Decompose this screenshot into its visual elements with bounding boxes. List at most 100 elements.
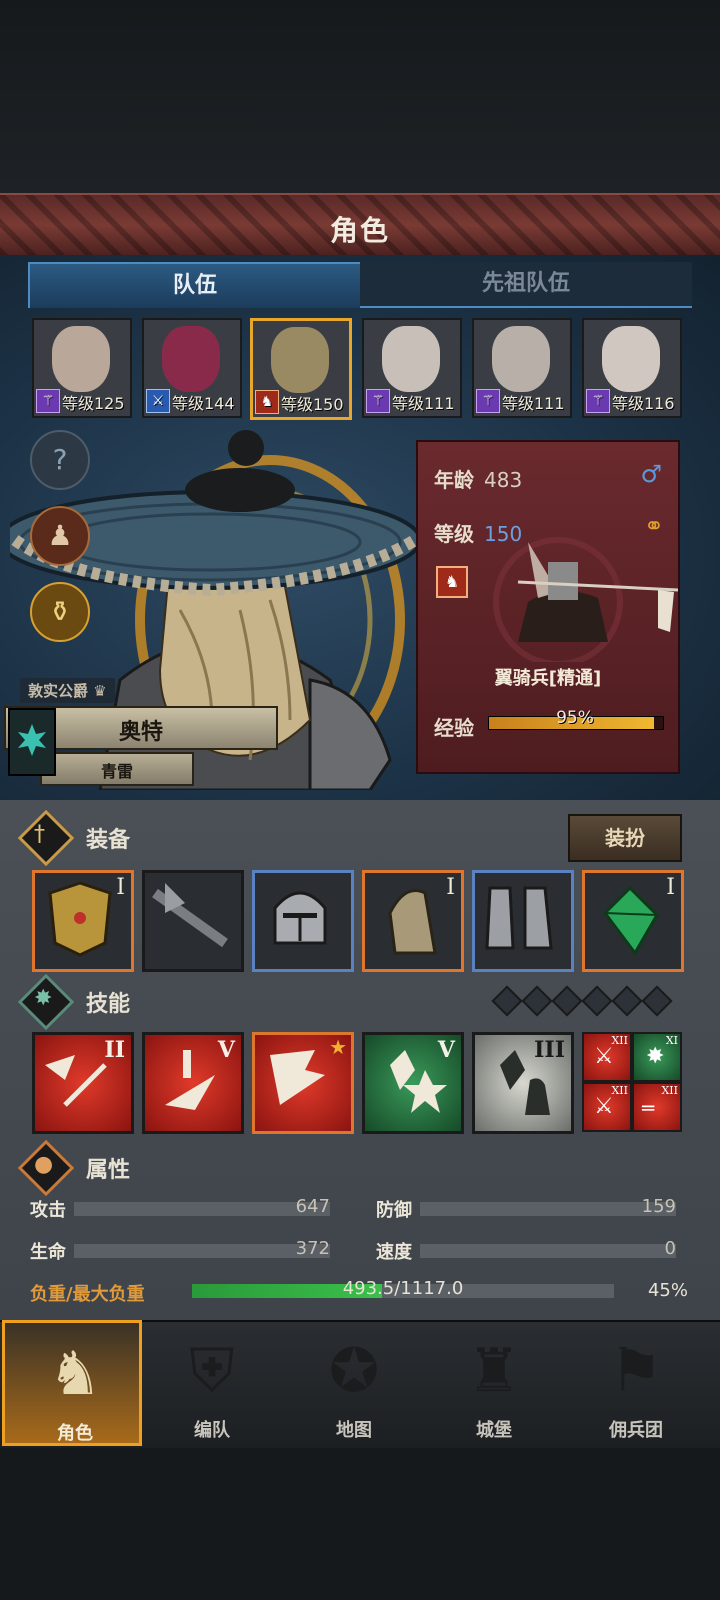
potion-icon[interactable]: ⚱ — [30, 582, 90, 642]
rank-label: I — [446, 875, 455, 900]
help-icon[interactable]: ? — [30, 430, 90, 490]
unit-info-card: 年龄 483 ♂ 等级 150 ⚭ ♞ 翼骑兵[精通] 经验 95% — [416, 440, 680, 774]
burst-icon — [18, 724, 46, 756]
mercenary-icon: ⚑ — [609, 1336, 663, 1406]
tab-team[interactable]: 队伍 — [28, 262, 362, 308]
skills-title: 技能 — [86, 992, 131, 1017]
person-icon: ● — [34, 1152, 54, 1177]
sword-icon: ⚔ — [146, 389, 170, 413]
nav-mercenary[interactable]: ⚑ 佣兵团 — [566, 1320, 706, 1446]
rank-label: XII — [611, 1034, 628, 1047]
skill-slot-5[interactable]: III — [472, 1032, 574, 1134]
level-label: 等级111 — [502, 394, 565, 413]
lance-icon — [152, 883, 228, 948]
hero-subtitle: 青雷 — [100, 762, 133, 781]
speed-label: 速度 — [376, 1242, 412, 1263]
nav-label: 佣兵团 — [609, 1420, 663, 1441]
portrait-face — [492, 326, 550, 392]
boots-icon — [485, 886, 553, 950]
title-bar: 角色 — [0, 193, 720, 257]
mini-skill-4[interactable]: XII ═ — [632, 1082, 682, 1132]
attack-label: 攻击 — [30, 1200, 66, 1221]
heraldry-banner-icon — [8, 708, 56, 776]
compass-icon: ✪ — [328, 1336, 380, 1406]
nav-label: 地图 — [336, 1420, 372, 1441]
nav-label: 城堡 — [476, 1420, 512, 1441]
skill-slot-1[interactable]: II — [32, 1032, 134, 1134]
mini-skill-1[interactable]: XII ⚔ — [582, 1032, 632, 1082]
page-title: 角色 — [329, 214, 390, 247]
nav-character[interactable]: ♞ 角色 — [2, 1320, 142, 1446]
equipment-slot-horse-armor[interactable]: I — [362, 870, 464, 972]
skill-slot-3[interactable]: ★ — [252, 1032, 354, 1134]
emerald-trinket-icon — [603, 885, 659, 956]
age-row: 年龄 483 — [434, 464, 522, 493]
roster-portrait-3-selected[interactable]: ♞ 等级150 — [250, 318, 352, 420]
sword-icon: ⚔ — [594, 1044, 614, 1069]
portrait-face — [52, 326, 110, 392]
nav-formation[interactable]: ⛨ 编队 — [142, 1320, 282, 1446]
equipment-slot-lance[interactable] — [142, 870, 244, 972]
castle-icon: ♜ — [467, 1336, 521, 1406]
staff-icon: ⚚ — [366, 389, 390, 413]
hp-value: 372 — [295, 1238, 330, 1259]
noble-title-tag: 敦实公爵 ♛ — [20, 678, 115, 703]
portrait-face — [271, 327, 329, 393]
helmet-icon — [273, 891, 327, 945]
male-icon: ♂ — [640, 460, 662, 488]
staff-icon: ⚚ — [36, 389, 60, 413]
equipment-slot-boots[interactable] — [472, 870, 574, 972]
equipment-slot-breastplate[interactable]: I — [32, 870, 134, 972]
staff-icon: ⚚ — [476, 389, 500, 413]
equipment-slot-helmet[interactable] — [252, 870, 354, 972]
level-label: 等级144 — [172, 394, 235, 413]
dress-up-button[interactable]: 装扮 — [568, 814, 682, 862]
equipment-slot-trinket[interactable]: I — [582, 870, 684, 972]
defense-label: 防御 — [376, 1200, 412, 1221]
mini-skill-3[interactable]: XII ⚔ — [582, 1082, 632, 1132]
rank-label: III — [534, 1037, 565, 1063]
skill-slot-4[interactable]: V — [362, 1032, 464, 1134]
rank-label: V — [217, 1037, 235, 1063]
formation-icon: ⛨ — [189, 1336, 235, 1406]
portrait-face — [162, 326, 220, 392]
roster-portrait-1[interactable]: ⚚ 等级125 — [32, 318, 132, 418]
level-label: 等级116 — [612, 394, 675, 413]
horse-armor-icon — [388, 889, 437, 955]
mini-skill-2[interactable]: XI ✸ — [632, 1032, 682, 1082]
rank-label: XI — [665, 1034, 678, 1047]
nav-castle[interactable]: ♜ 城堡 — [424, 1320, 564, 1446]
sword-icon: ⚔ — [594, 1094, 614, 1119]
skill-point-indicators — [491, 985, 676, 1017]
knight-icon: ♞ — [48, 1339, 102, 1409]
roster-portrait-4[interactable]: ⚚ 等级111 — [362, 318, 462, 418]
breastplate-icon — [48, 881, 112, 957]
roster-portrait-2[interactable]: ⚔ 等级144 — [142, 318, 242, 418]
attack-value: 647 — [295, 1196, 330, 1217]
unit-class-name: 翼骑兵[精通] — [494, 668, 602, 689]
system-nav-area — [0, 1448, 720, 1600]
nav-map[interactable]: ✪ 地图 — [284, 1320, 424, 1446]
lineage-icon[interactable]: ♟ — [30, 506, 90, 566]
winged-hussar-art — [493, 537, 678, 662]
hero-subtitle-plate: 青雷 — [40, 752, 194, 786]
hp-label: 生命 — [30, 1242, 66, 1263]
rank-label: V — [437, 1037, 455, 1063]
age-label: 年龄 — [434, 468, 474, 492]
rank-label: II — [104, 1037, 125, 1063]
rank-label: XII — [611, 1084, 628, 1097]
crown-icon: ♛ — [93, 682, 107, 700]
skill-slot-2[interactable]: V — [142, 1032, 244, 1134]
roster-portrait-6[interactable]: ⚚ 等级116 — [582, 318, 682, 418]
dagger-icon: † — [34, 822, 45, 847]
cavalry-icon: ♞ — [255, 390, 279, 414]
nav-label: 编队 — [194, 1420, 230, 1441]
rank-label: I — [116, 875, 125, 900]
tab-ancestor-team[interactable]: 先祖队伍 — [360, 262, 692, 308]
defense-stat: 防御 159 — [376, 1196, 676, 1224]
roster-portrait-5[interactable]: ⚚ 等级111 — [472, 318, 572, 418]
portrait-face — [382, 326, 440, 392]
hp-stat: 生命 372 — [30, 1238, 330, 1266]
staff-icon: ⚚ — [586, 389, 610, 413]
speed-stat: 速度 0 — [376, 1238, 676, 1266]
